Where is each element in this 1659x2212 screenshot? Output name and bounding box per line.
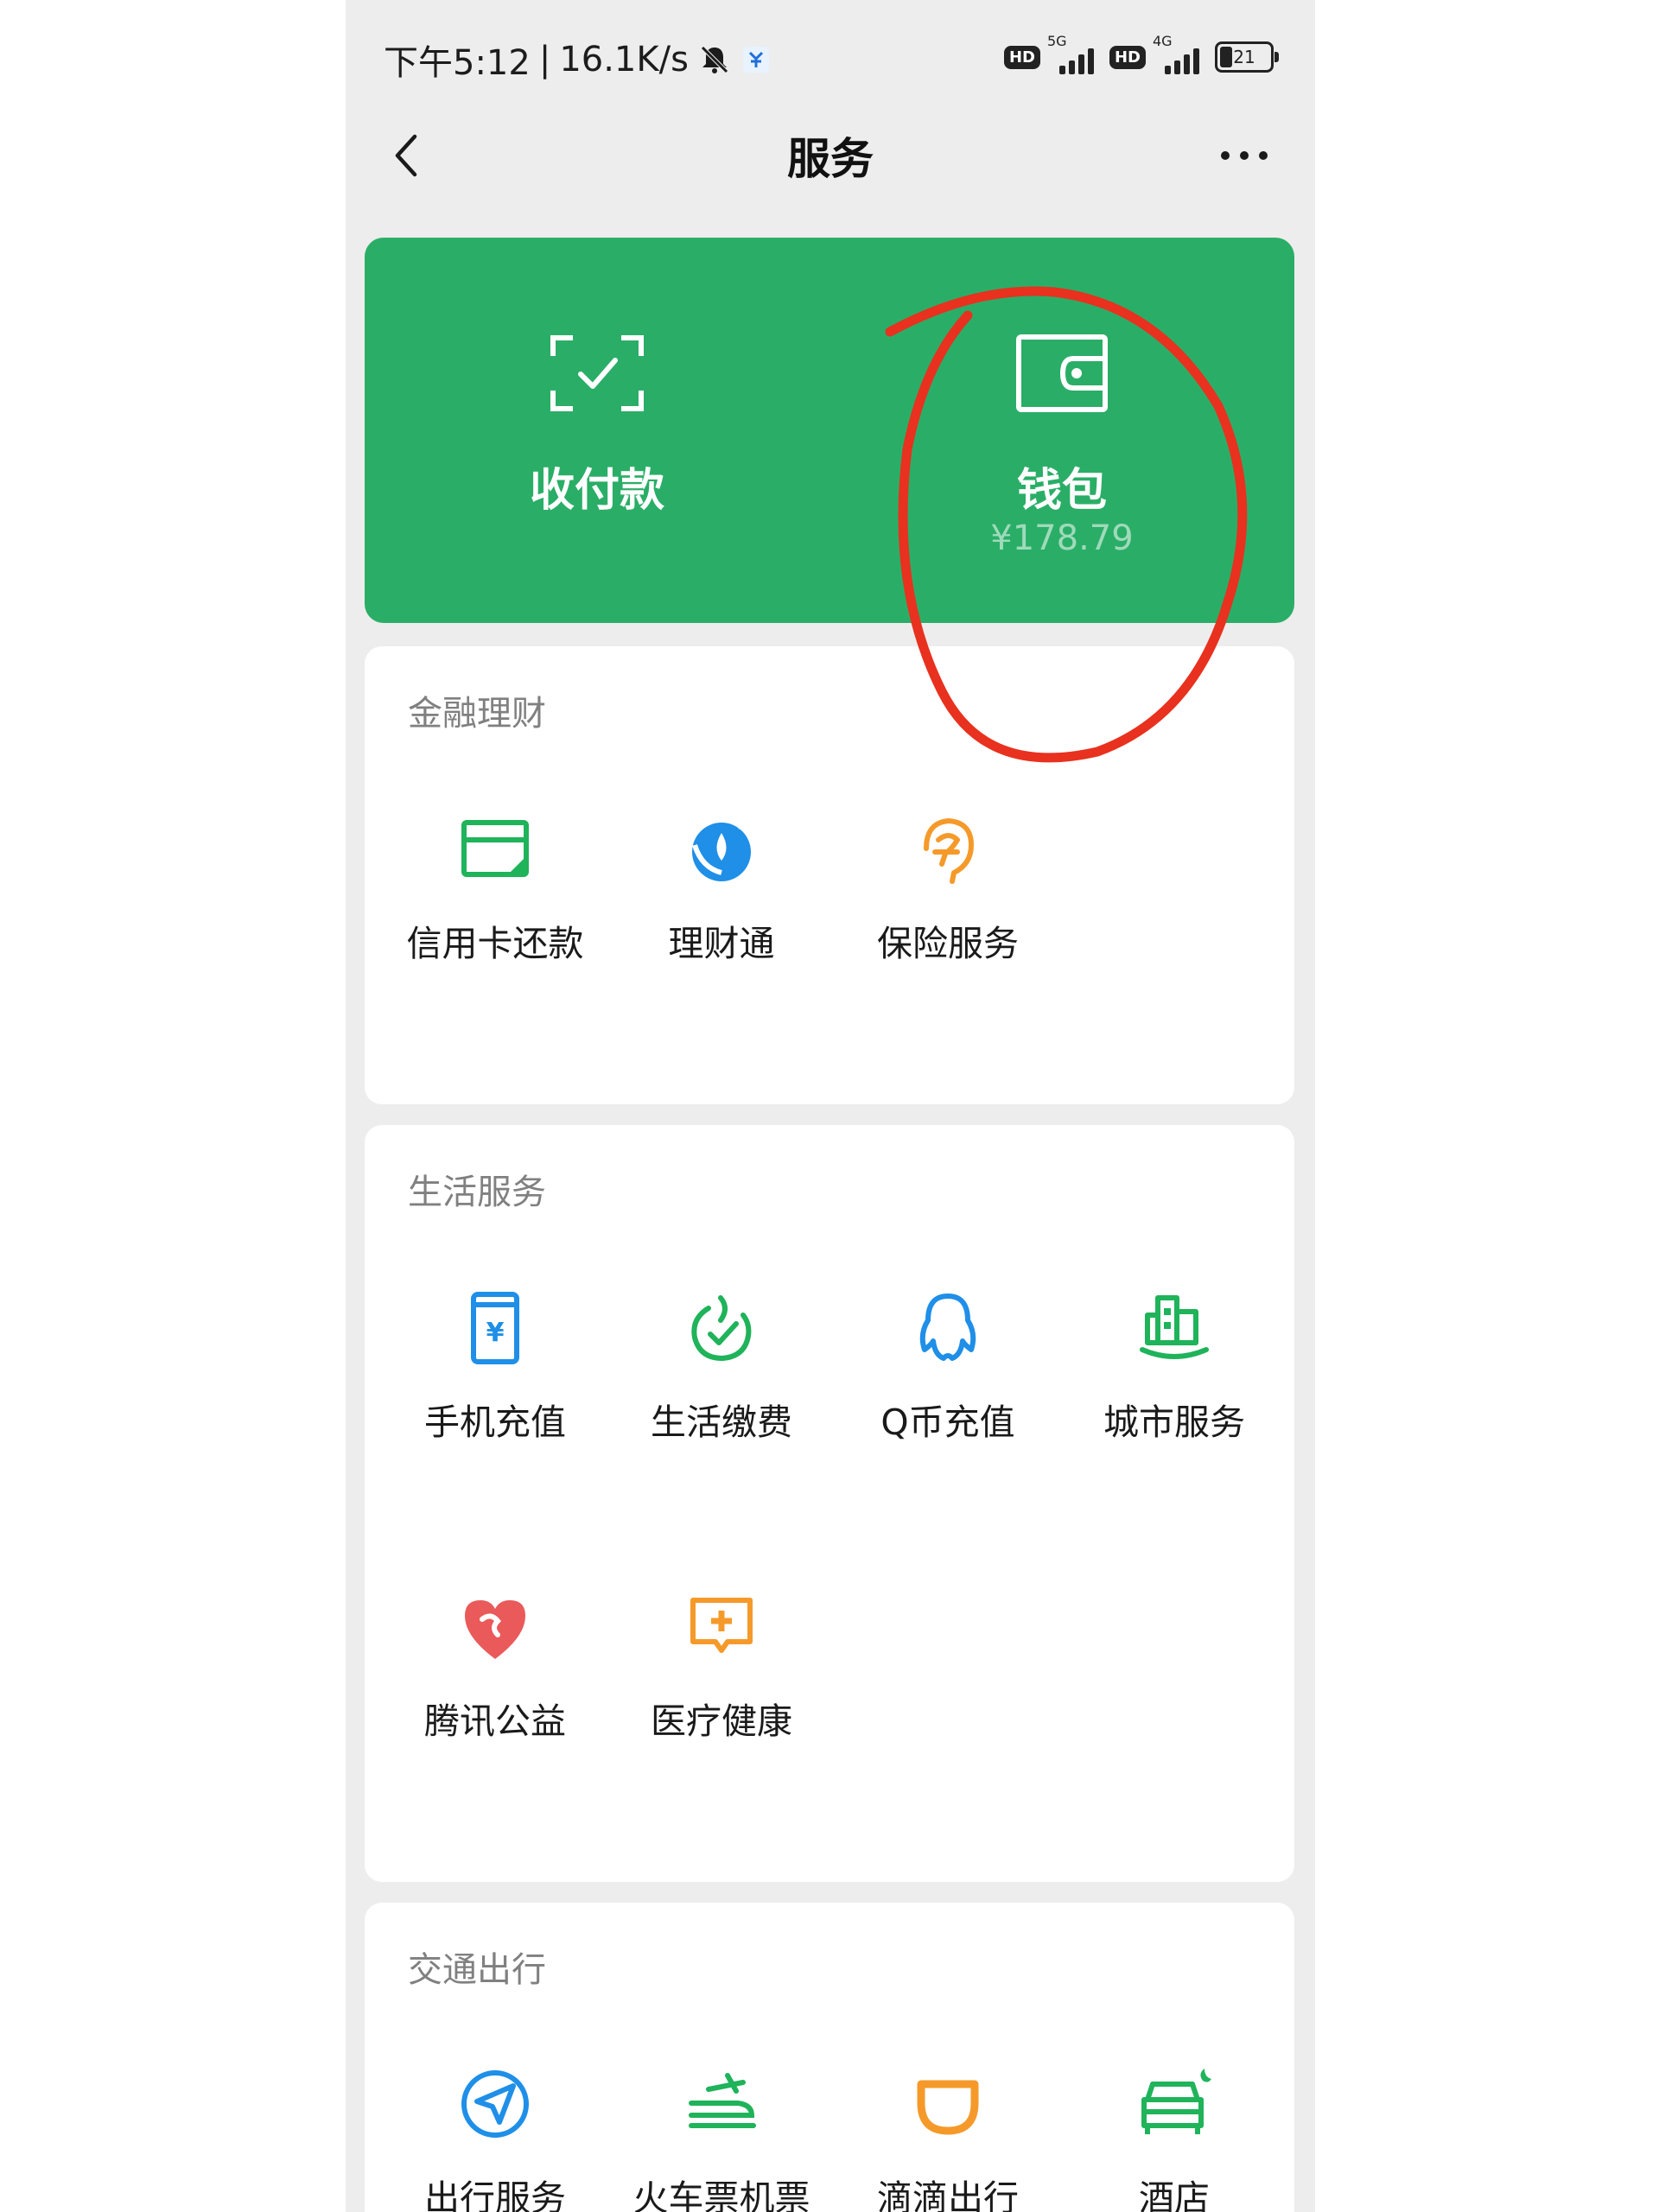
page-title: 服务 xyxy=(787,134,874,184)
mobile-topup-label: 手机充值 xyxy=(424,1402,566,1443)
wealth-label: 理财通 xyxy=(668,923,775,964)
travel-services-item[interactable]: 出行服务 xyxy=(382,2065,608,2212)
mobile-topup-item[interactable]: ¥ 手机充值 xyxy=(382,1289,608,1505)
didi-label: 滴滴出行 xyxy=(877,2177,1019,2212)
status-left: 下午5:12 | 16.1K/s xyxy=(384,35,772,85)
credit-card-repay-label: 信用卡还款 xyxy=(406,923,584,964)
finance-section-title: 金融理财 xyxy=(408,694,546,734)
insurance-item[interactable]: 保险服务 xyxy=(835,810,1061,1027)
pay-receive-label: 收付款 xyxy=(529,465,664,517)
wallet-icon xyxy=(1016,334,1108,412)
utilities-label: 生活缴费 xyxy=(651,1402,792,1443)
hd-badge-2: HD xyxy=(1109,45,1146,69)
hotel-label: 酒店 xyxy=(1139,2177,1210,2212)
qcoin-item[interactable]: Q币充值 xyxy=(835,1289,1061,1505)
transport-section: 交通出行 出行服务 火车票机票 滴滴出行 酒店 xyxy=(365,1903,1294,2212)
battery-level: 21 xyxy=(1233,47,1255,67)
navigation-arrow-icon xyxy=(461,2070,529,2138)
wallet-button[interactable]: 钱包 ¥178.79 xyxy=(830,238,1294,623)
train-plane-icon xyxy=(689,2073,756,2128)
tencent-charity-label: 腾讯公益 xyxy=(424,1700,566,1742)
credit-card-repay-item[interactable]: 信用卡还款 xyxy=(382,810,608,1027)
finance-section: 金融理财 信用卡还款 理财通 保险服务 xyxy=(365,646,1294,1104)
wealth-item[interactable]: 理财通 xyxy=(608,810,835,1027)
insurance-umbrella-icon xyxy=(924,818,974,884)
hotel-bed-icon xyxy=(1141,2069,1211,2134)
didi-logo-icon xyxy=(917,2080,979,2135)
hotel-item[interactable]: 酒店 xyxy=(1061,2065,1287,2212)
medical-plus-icon xyxy=(690,1598,753,1653)
svg-text:¥: ¥ xyxy=(486,1318,505,1348)
charity-heart-icon xyxy=(465,1600,525,1659)
signal-5g-icon: 5G xyxy=(1047,33,1103,74)
credit-card-icon xyxy=(461,820,529,877)
travel-services-label: 出行服务 xyxy=(424,2177,566,2212)
life-section-title: 生活服务 xyxy=(408,1173,546,1212)
battery-icon: 21 xyxy=(1215,41,1279,73)
more-dots-icon[interactable] xyxy=(1217,128,1272,183)
city-building-icon xyxy=(1140,1295,1209,1359)
life-section: 生活服务 ¥ 手机充值 生活缴费 Q币充值 城市服务 腾讯公益 医疗健康 xyxy=(365,1125,1294,1882)
status-separator: | xyxy=(538,40,551,79)
wallet-label: 钱包 xyxy=(1016,465,1107,517)
status-right: HD 5G HD 4G 21 xyxy=(1003,33,1279,74)
scan-check-icon xyxy=(550,335,644,411)
city-services-item[interactable]: 城市服务 xyxy=(1061,1289,1287,1505)
didi-item[interactable]: 滴滴出行 xyxy=(835,2065,1061,2212)
medical-health-item[interactable]: 医疗健康 xyxy=(608,1588,835,1804)
utilities-item[interactable]: 生活缴费 xyxy=(608,1289,835,1505)
train-flight-label: 火车票机票 xyxy=(632,2177,810,2212)
signal-4g-label: 4G xyxy=(1153,33,1173,49)
wallet-balance: ¥178.79 xyxy=(990,518,1134,558)
wealth-drop-icon xyxy=(692,819,751,881)
signal-5g-label: 5G xyxy=(1046,33,1067,49)
status-time: 下午5:12 xyxy=(384,43,531,83)
city-services-label: 城市服务 xyxy=(1103,1402,1245,1443)
app-notification-icon xyxy=(742,47,769,73)
qq-penguin-icon xyxy=(919,1294,976,1361)
mute-bell-icon xyxy=(701,46,728,73)
status-bar: 下午5:12 | 16.1K/s HD 5G HD 4G 21 xyxy=(346,0,1315,121)
utilities-check-icon xyxy=(691,1295,752,1361)
signal-4g-icon: 4G xyxy=(1153,33,1208,74)
wallet-card: 收付款 钱包 ¥178.79 xyxy=(365,238,1294,623)
hd-badge-1: HD xyxy=(1003,45,1040,69)
qcoin-label: Q币充值 xyxy=(880,1402,1015,1443)
nav-bar: 服务 xyxy=(346,112,1315,199)
network-speed: 16.1K/s xyxy=(559,40,689,79)
insurance-label: 保险服务 xyxy=(877,923,1019,964)
phone-yuan-icon: ¥ xyxy=(471,1292,519,1364)
phone-screen: 下午5:12 | 16.1K/s HD 5G HD 4G 21 服务 收付款 钱… xyxy=(346,0,1315,2212)
pay-receive-button[interactable]: 收付款 xyxy=(365,238,830,623)
train-flight-item[interactable]: 火车票机票 xyxy=(608,2065,835,2212)
transport-section-title: 交通出行 xyxy=(408,1950,546,1990)
medical-health-label: 医疗健康 xyxy=(651,1700,792,1742)
tencent-charity-item[interactable]: 腾讯公益 xyxy=(382,1588,608,1804)
